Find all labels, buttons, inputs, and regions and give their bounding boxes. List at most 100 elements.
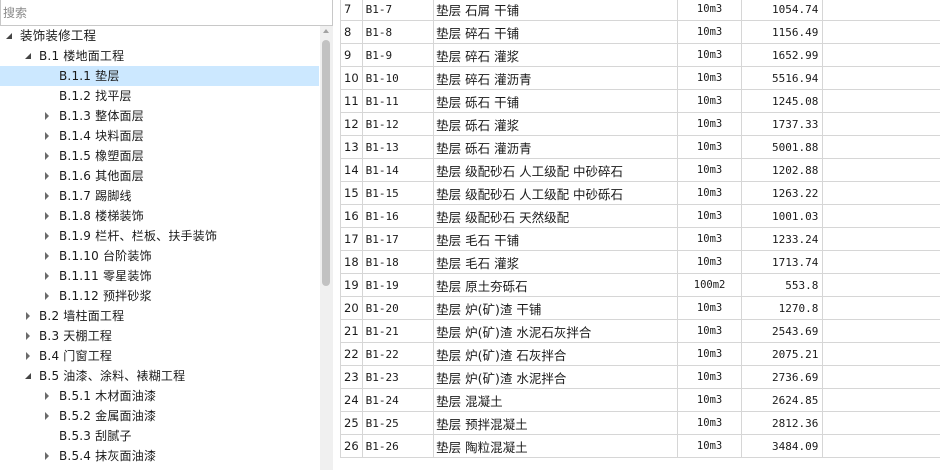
collapsed-triangle-icon[interactable]	[42, 126, 52, 146]
tree-item[interactable]: B.1 楼地面工程	[0, 46, 319, 66]
tree-item[interactable]: B.1.4 块料面层	[0, 126, 319, 146]
row-number-cell: 12	[340, 112, 363, 136]
tree-item[interactable]: B.1.1 垫层	[0, 66, 319, 86]
tree-item[interactable]: 装饰装修工程	[0, 26, 319, 46]
tree-panel: 装饰装修工程 B.1 楼地面工程 B.1.1 垫层 B.1.2 找平层 B.1.3 整体…	[0, 0, 333, 470]
quota-price-cell: 1156.49	[740, 20, 824, 44]
tree-item[interactable]: B.4 门窗工程	[0, 346, 319, 366]
table-row[interactable]: 17 B1-17 垫层 毛石 干铺 10m3 1233.24	[340, 227, 948, 251]
collapsed-triangle-icon[interactable]	[23, 306, 33, 326]
quota-price-cell: 2075.21	[740, 342, 824, 366]
quota-unit-cell: 10m3	[677, 135, 742, 159]
empty-cell	[822, 365, 948, 389]
table-row[interactable]: 23 B1-23 垫层 炉(矿)渣 水泥拌合 10m3 2736.69	[340, 365, 948, 389]
table-row[interactable]: 16 B1-16 垫层 级配砂石 天然级配 10m3 1001.03	[340, 204, 948, 228]
empty-cell	[822, 204, 948, 228]
quota-price-cell: 2543.69	[740, 319, 824, 343]
tree-scrollbar[interactable]	[320, 26, 333, 470]
quota-code-cell: B1-17	[361, 227, 435, 251]
tree-item-label: B.5.4 抹灰面油漆	[59, 449, 157, 463]
collapsed-triangle-icon[interactable]	[42, 166, 52, 186]
collapsed-triangle-icon[interactable]	[42, 386, 52, 406]
collapsed-triangle-icon[interactable]	[42, 246, 52, 266]
table-row[interactable]: 11 B1-11 垫层 砾石 干铺 10m3 1245.08	[340, 89, 948, 113]
tree-item[interactable]: B.5.2 金属面油漆	[0, 406, 319, 426]
row-number-cell: 22	[340, 342, 363, 366]
empty-cell	[822, 227, 948, 251]
tree-item-label: B.5.3 刮腻子	[59, 429, 132, 443]
tree-item[interactable]: B.5.3 刮腻子	[0, 426, 319, 446]
collapsed-triangle-icon[interactable]	[42, 446, 52, 466]
collapsed-triangle-icon[interactable]	[42, 226, 52, 246]
quota-code-cell: B1-25	[361, 411, 435, 435]
tree-scrollbar-thumb[interactable]	[322, 40, 330, 286]
quota-price-cell: 1202.88	[740, 158, 824, 182]
quota-code-cell: B1-10	[361, 66, 435, 90]
quota-unit-cell: 10m3	[677, 319, 742, 343]
quota-unit-cell: 10m3	[677, 181, 742, 205]
table-row[interactable]: 15 B1-15 垫层 级配砂石 人工级配 中砂砾石 10m3 1263.22	[340, 181, 948, 205]
collapsed-triangle-icon[interactable]	[42, 286, 52, 306]
search-input[interactable]	[1, 0, 332, 25]
tree-item[interactable]: B.1.10 台阶装饰	[0, 246, 319, 266]
table-row[interactable]: 13 B1-13 垫层 砾石 灌沥青 10m3 5001.88	[340, 135, 948, 159]
table-row[interactable]: 24 B1-24 垫层 混凝土 10m3 2624.85	[340, 388, 948, 412]
quota-price-cell: 1270.8	[740, 296, 824, 320]
collapsed-triangle-icon[interactable]	[23, 346, 33, 366]
expanded-triangle-icon[interactable]	[23, 366, 33, 386]
tree-item[interactable]: B.5 油漆、涂料、裱糊工程	[0, 366, 319, 386]
table-row[interactable]: 19 B1-19 垫层 原土夯砾石 100m2 553.8	[340, 273, 948, 297]
empty-cell	[822, 411, 948, 435]
quota-price-cell: 1245.08	[740, 89, 824, 113]
table-row[interactable]: 25 B1-25 垫层 预拌混凝土 10m3 2812.36	[340, 411, 948, 435]
tree-item[interactable]: B.1.9 栏杆、栏板、扶手装饰	[0, 226, 319, 246]
quota-unit-cell: 10m3	[677, 66, 742, 90]
quota-name-cell: 垫层 毛石 灌浆	[433, 250, 679, 274]
tree-item[interactable]: B.2 墙柱面工程	[0, 306, 319, 326]
tree-item[interactable]: B.1.6 其他面层	[0, 166, 319, 186]
table-row[interactable]: 18 B1-18 垫层 毛石 灌浆 10m3 1713.74	[340, 250, 948, 274]
table-row[interactable]: 22 B1-22 垫层 炉(矿)渣 石灰拌合 10m3 2075.21	[340, 342, 948, 366]
expanded-triangle-icon[interactable]	[23, 46, 33, 66]
tree-item[interactable]: B.1.12 预拌砂浆	[0, 286, 319, 306]
tree-item[interactable]: B.1.3 整体面层	[0, 106, 319, 126]
table-row[interactable]: 7 B1-7 垫层 石屑 干铺 10m3 1054.74	[340, 0, 948, 21]
quota-name-cell: 垫层 陶粒混凝土	[433, 434, 679, 458]
quota-name-cell: 垫层 原土夯砾石	[433, 273, 679, 297]
empty-cell	[822, 296, 948, 320]
tree-item[interactable]: B.1.5 橡塑面层	[0, 146, 319, 166]
row-number-cell: 15	[340, 181, 363, 205]
collapsed-triangle-icon[interactable]	[42, 406, 52, 426]
table-row[interactable]: 9 B1-9 垫层 碎石 灌浆 10m3 1652.99	[340, 43, 948, 67]
quota-name-cell: 垫层 碎石 灌浆	[433, 43, 679, 67]
collapsed-triangle-icon[interactable]	[42, 106, 52, 126]
collapsed-triangle-icon[interactable]	[42, 266, 52, 286]
tree-item[interactable]: B.1.2 找平层	[0, 86, 319, 106]
table-row[interactable]: 26 B1-26 垫层 陶粒混凝土 10m3 3484.09	[340, 434, 948, 458]
collapsed-triangle-icon[interactable]	[42, 206, 52, 226]
scroll-up-arrow-icon[interactable]	[323, 29, 329, 33]
quota-unit-cell: 10m3	[677, 296, 742, 320]
tree-item-label: B.1.6 其他面层	[59, 169, 144, 183]
quota-name-cell: 垫层 混凝土	[433, 388, 679, 412]
tree-item[interactable]: B.1.11 零星装饰	[0, 266, 319, 286]
tree-item[interactable]: B.3 天棚工程	[0, 326, 319, 346]
expanded-triangle-icon[interactable]	[4, 26, 14, 46]
collapsed-triangle-icon[interactable]	[42, 146, 52, 166]
tree-item-label: B.1.7 踢脚线	[59, 189, 132, 203]
table-row[interactable]: 12 B1-12 垫层 砾石 灌浆 10m3 1737.33	[340, 112, 948, 136]
quota-name-cell: 垫层 碎石 干铺	[433, 20, 679, 44]
table-row[interactable]: 8 B1-8 垫层 碎石 干铺 10m3 1156.49	[340, 20, 948, 44]
row-number-cell: 10	[340, 66, 363, 90]
tree-item[interactable]: B.5.1 木材面油漆	[0, 386, 319, 406]
quota-code-cell: B1-26	[361, 434, 435, 458]
collapsed-triangle-icon[interactable]	[23, 326, 33, 346]
table-row[interactable]: 10 B1-10 垫层 碎石 灌沥青 10m3 5516.94	[340, 66, 948, 90]
tree-item[interactable]: B.1.7 踢脚线	[0, 186, 319, 206]
tree-item[interactable]: B.1.8 楼梯装饰	[0, 206, 319, 226]
tree-item[interactable]: B.5.4 抹灰面油漆	[0, 446, 319, 466]
table-row[interactable]: 14 B1-14 垫层 级配砂石 人工级配 中砂碎石 10m3 1202.88	[340, 158, 948, 182]
table-row[interactable]: 21 B1-21 垫层 炉(矿)渣 水泥石灰拌合 10m3 2543.69	[340, 319, 948, 343]
table-row[interactable]: 20 B1-20 垫层 炉(矿)渣 干铺 10m3 1270.8	[340, 296, 948, 320]
collapsed-triangle-icon[interactable]	[42, 186, 52, 206]
